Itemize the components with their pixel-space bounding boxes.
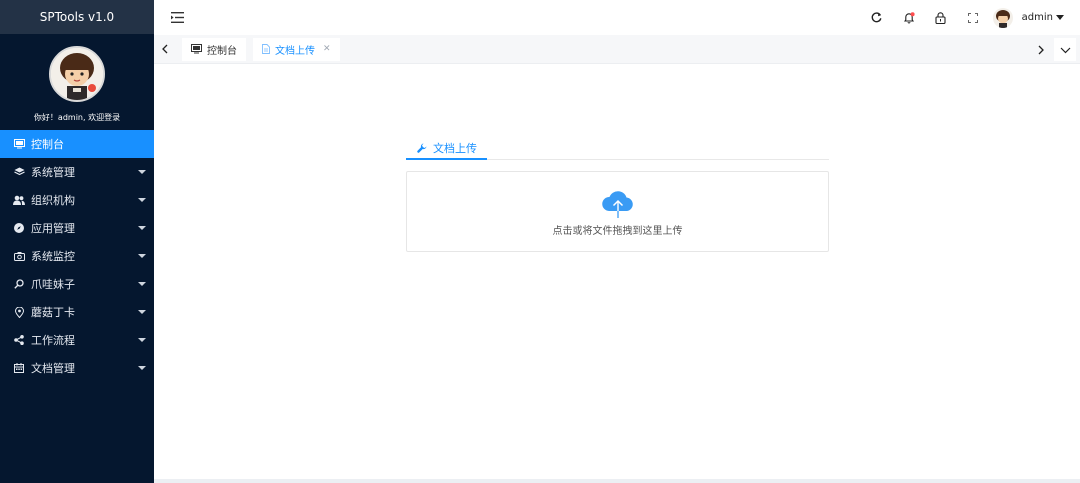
lock-icon[interactable] xyxy=(925,0,957,35)
camera-icon xyxy=(13,250,25,262)
sidebar-item-java-girl[interactable]: 爪哇妹子 xyxy=(0,270,154,298)
app-title: SPTools v1.0 xyxy=(0,0,154,34)
sidebar-item-label: 系统管理 xyxy=(31,166,75,179)
caret-down-icon xyxy=(138,254,146,258)
sidebar-item-apps[interactable]: 应用管理 xyxy=(0,214,154,242)
chevron-down-icon xyxy=(1060,43,1071,57)
tabs-bar: 控制台 文档上传 ✕ xyxy=(154,35,1080,64)
caret-down-icon xyxy=(138,198,146,202)
sidebar: SPTools v1.0 你好！admin, 欢迎登录 控制台 系统管理 组织机… xyxy=(0,0,154,483)
header-actions: admin xyxy=(861,0,1080,35)
user-avatar xyxy=(992,7,1013,28)
bell-icon[interactable] xyxy=(893,0,925,35)
calendar-icon xyxy=(13,362,25,374)
location-pin-icon xyxy=(13,306,25,318)
caret-down-icon xyxy=(138,338,146,342)
compass-icon xyxy=(13,222,25,234)
avatar[interactable] xyxy=(49,46,105,102)
close-icon[interactable]: ✕ xyxy=(323,44,331,54)
cloud-upload-icon xyxy=(601,191,633,218)
caret-down-icon xyxy=(138,366,146,370)
sidebar-item-workflow[interactable]: 工作流程 xyxy=(0,326,154,354)
document-icon xyxy=(262,44,270,54)
caret-down-icon xyxy=(1056,15,1064,20)
sidebar-item-monitor[interactable]: 系统监控 xyxy=(0,242,154,270)
sidebar-item-documents[interactable]: 文档管理 xyxy=(0,354,154,382)
sidebar-item-system[interactable]: 系统管理 xyxy=(0,158,154,186)
sidebar-item-label: 文档管理 xyxy=(31,362,75,375)
sidebar-item-mogu[interactable]: 蘑菇丁卡 xyxy=(0,298,154,326)
panel-tabs: 文档上传 xyxy=(406,138,829,160)
main-content: 文档上传 点击或将文件拖拽到这里上传 xyxy=(154,64,1080,483)
upload-dropzone[interactable]: 点击或将文件拖拽到这里上传 xyxy=(406,171,829,252)
fullscreen-icon[interactable] xyxy=(957,0,989,35)
sidebar-item-label: 爪哇妹子 xyxy=(31,278,75,291)
sidebar-item-dashboard[interactable]: 控制台 xyxy=(0,130,154,158)
upload-tab-label: 文档上传 xyxy=(433,142,477,155)
profile-block: 你好！admin, 欢迎登录 xyxy=(0,34,154,130)
tab-label: 文档上传 xyxy=(275,45,315,57)
sidebar-item-label: 工作流程 xyxy=(31,334,75,347)
chevron-right-icon[interactable] xyxy=(1030,35,1052,64)
caret-down-icon xyxy=(138,170,146,174)
bottom-bar xyxy=(154,479,1080,483)
sidebar-item-organization[interactable]: 组织机构 xyxy=(0,186,154,214)
sidebar-menu: 控制台 系统管理 组织机构 应用管理 系统监控 爪哇妹子 蘑菇丁卡 工作流程 文… xyxy=(0,130,154,382)
refresh-icon[interactable] xyxy=(861,0,893,35)
tab-label: 控制台 xyxy=(207,45,237,57)
share-icon xyxy=(13,334,25,346)
users-icon xyxy=(13,194,25,206)
monitor-icon xyxy=(13,138,25,150)
layers-icon xyxy=(13,166,25,178)
sidebar-item-label: 控制台 xyxy=(31,138,64,151)
sidebar-item-label: 应用管理 xyxy=(31,222,75,235)
menu-toggle-icon[interactable] xyxy=(171,11,185,25)
tabs-dropdown-button[interactable] xyxy=(1054,38,1076,61)
user-menu[interactable]: admin xyxy=(992,7,1080,28)
wrench-icon xyxy=(417,143,427,153)
username: admin xyxy=(1021,12,1053,23)
tab-document-upload[interactable]: 文档上传 ✕ xyxy=(253,37,340,61)
search-person-icon xyxy=(13,278,25,290)
chevron-left-icon[interactable] xyxy=(155,35,175,64)
upload-panel: 文档上传 点击或将文件拖拽到这里上传 xyxy=(406,138,829,252)
upload-hint: 点击或将文件拖拽到这里上传 xyxy=(552,226,683,237)
tab-dashboard[interactable]: 控制台 xyxy=(182,37,246,61)
caret-down-icon xyxy=(138,310,146,314)
top-header: admin xyxy=(154,0,1080,35)
sidebar-item-label: 蘑菇丁卡 xyxy=(31,306,75,319)
tab-upload[interactable]: 文档上传 xyxy=(406,138,487,160)
welcome-text: 你好！admin, 欢迎登录 xyxy=(33,113,121,122)
sidebar-item-label: 组织机构 xyxy=(31,194,75,207)
monitor-icon xyxy=(191,44,202,54)
caret-down-icon xyxy=(138,226,146,230)
sidebar-item-label: 系统监控 xyxy=(31,250,75,263)
caret-down-icon xyxy=(138,282,146,286)
